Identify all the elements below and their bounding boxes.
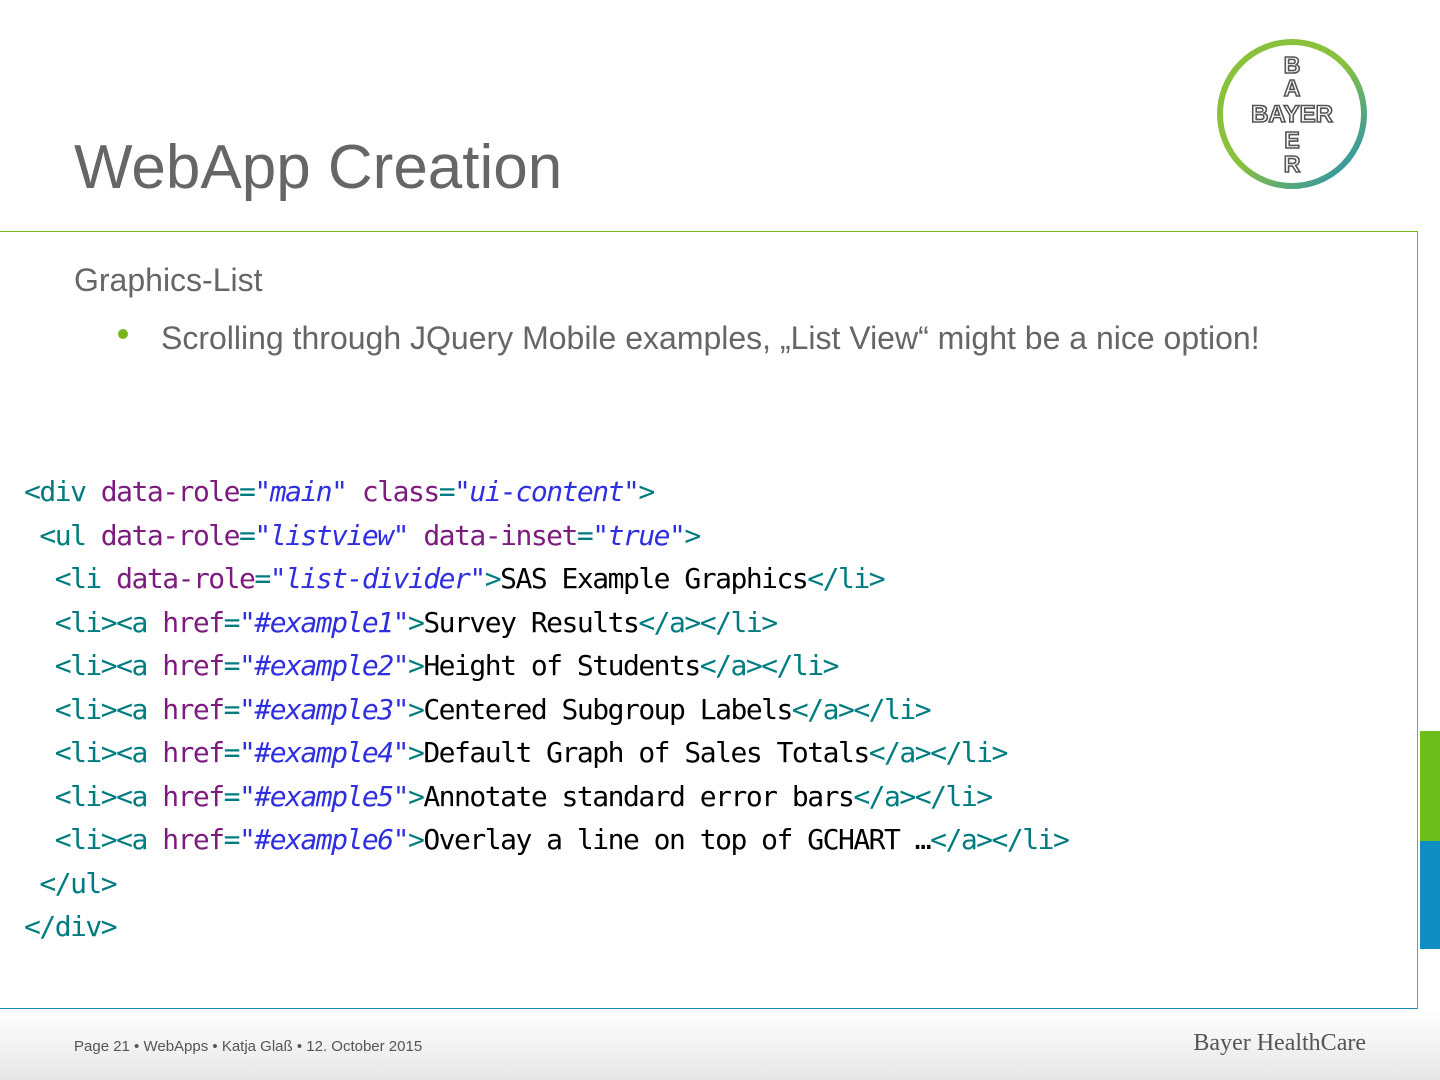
code-line: <li><a href="#example3">Centered Subgrou… (24, 688, 1068, 732)
code-token-tag: </ul> (24, 866, 117, 900)
code-token-tag: > (407, 692, 425, 726)
code-token-tag (347, 475, 362, 508)
code-line: <ul data-role="listview" data-inset="tru… (24, 514, 1068, 558)
bullet-item: Scrolling through JQuery Mobile examples… (118, 317, 1298, 360)
code-token-tag: </a></li> (699, 649, 840, 682)
code-token-tag: > (484, 562, 502, 595)
code-token-val: "#example2" (239, 649, 409, 682)
code-token-val: "#example1" (239, 605, 409, 639)
code-line: <li><a href="#example6">Overlay a line o… (24, 818, 1070, 862)
code-line: <div data-role="main" class="ui-content"… (24, 470, 1068, 514)
code-token-val: "#example4" (239, 736, 409, 769)
code-token-tag: = (223, 779, 241, 813)
code-token-tag: > (407, 823, 425, 856)
code-token-val: "ui-content" (454, 475, 640, 508)
code-token-val: "listview" (254, 518, 409, 552)
code-token-attr: data-role (100, 475, 241, 508)
code-token-tag: > (407, 605, 425, 639)
code-token-tag: > (638, 475, 655, 508)
code-block: <div data-role="main" class="ui-content"… (24, 470, 1070, 949)
code-token-txt: Survey Results (423, 605, 640, 639)
code-token-tag: = (239, 475, 256, 508)
code-token-tag: = (223, 605, 241, 639)
bayer-cross-logo: B A BAYER E R (1217, 39, 1367, 189)
code-token-txt: Overlay a line on top of GCHART … (423, 823, 931, 856)
code-token-tag: = (438, 475, 456, 508)
code-token-tag: </a></li> (791, 692, 932, 726)
code-line: <li data-role="list-divider">SAS Example… (24, 557, 1068, 601)
accent-bar-blue (1420, 841, 1440, 949)
code-token-tag: <li><a (24, 605, 163, 639)
code-token-attr: href (162, 823, 225, 856)
code-token-tag: = (239, 518, 256, 552)
logo-letter-r: R (1284, 151, 1301, 177)
code-token-txt: Centered Subgroup Labels (423, 692, 793, 726)
bullet-dot-icon (118, 329, 128, 339)
logo-letter-a: A (1284, 75, 1301, 101)
code-token-tag: > (684, 518, 701, 552)
code-token-tag: > (407, 779, 425, 813)
code-token-tag: </div> (24, 910, 118, 943)
code-token-tag: <ul (24, 518, 101, 552)
code-token-tag: </li> (807, 562, 885, 595)
code-token-tag: </a></li> (930, 823, 1070, 856)
code-token-tag: </a></li> (868, 736, 1009, 769)
code-token-attr: href (162, 736, 225, 769)
code-token-tag: = (223, 823, 241, 856)
code-token-attr: href (162, 779, 225, 813)
code-token-txt: SAS Example Graphics (500, 562, 809, 595)
code-token-val: "#example5" (239, 779, 409, 813)
code-token-tag: <div (24, 475, 101, 508)
code-token-txt: Annotate standard error bars (423, 779, 855, 813)
code-token-tag: <li><a (24, 649, 163, 682)
code-token-attr: class (361, 475, 440, 508)
code-token-attr: data-inset (423, 518, 578, 552)
code-token-tag: </a></li> (638, 605, 778, 639)
code-token-tag: <li><a (24, 823, 163, 856)
code-token-tag: = (223, 649, 241, 682)
footer-info: Page 21 • WebApps • Katja Glaß • 12. Oct… (74, 1038, 423, 1055)
code-line: </ul> (24, 862, 1068, 906)
code-token-tag: <li><a (24, 692, 163, 726)
code-line: <li><a href="#example4">Default Graph of… (24, 731, 1068, 775)
code-line: </div> (24, 905, 1068, 949)
section-subheading: Graphics-List (74, 262, 263, 298)
code-token-val: "#example3" (239, 692, 409, 726)
code-token-attr: data-role (100, 518, 241, 552)
code-token-tag: </a></li> (853, 779, 993, 813)
code-token-attr: href (162, 649, 225, 682)
code-token-tag: > (407, 736, 425, 769)
code-token-val: "list-divider" (269, 562, 487, 595)
code-line: <li><a href="#example5">Annotate standar… (24, 775, 1068, 819)
code-token-val: "true" (592, 518, 686, 552)
brand-name: Bayer HealthCare (1193, 1030, 1366, 1056)
slide-title: WebApp Creation (74, 133, 563, 202)
bullet-text: Scrolling through JQuery Mobile examples… (161, 320, 1260, 356)
code-token-tag (408, 519, 423, 552)
code-token-val: "main" (254, 475, 348, 508)
code-token-tag: <li><a (24, 779, 163, 813)
code-token-tag: <li><a (24, 736, 163, 769)
code-line: <li><a href="#example2">Height of Studen… (24, 644, 1068, 688)
code-token-attr: href (162, 605, 225, 639)
code-line: <li><a href="#example1">Survey Results</… (24, 601, 1068, 645)
code-token-txt: Default Graph of Sales Totals (423, 736, 870, 769)
logo-horizontal: BAYER (1251, 101, 1333, 128)
code-token-tag: <li (24, 562, 117, 595)
code-token-val: "#example6" (239, 823, 409, 856)
code-token-tag: = (223, 736, 241, 769)
code-token-tag: > (407, 649, 425, 682)
accent-bar-green (1420, 731, 1440, 841)
code-token-attr: href (162, 692, 225, 726)
code-token-tag: = (223, 692, 241, 726)
code-token-attr: data-role (116, 562, 256, 595)
code-token-txt: Height of Students (423, 649, 701, 682)
code-token-tag: = (254, 562, 271, 595)
code-token-tag: = (576, 518, 594, 552)
logo-letter-e: E (1284, 127, 1299, 153)
